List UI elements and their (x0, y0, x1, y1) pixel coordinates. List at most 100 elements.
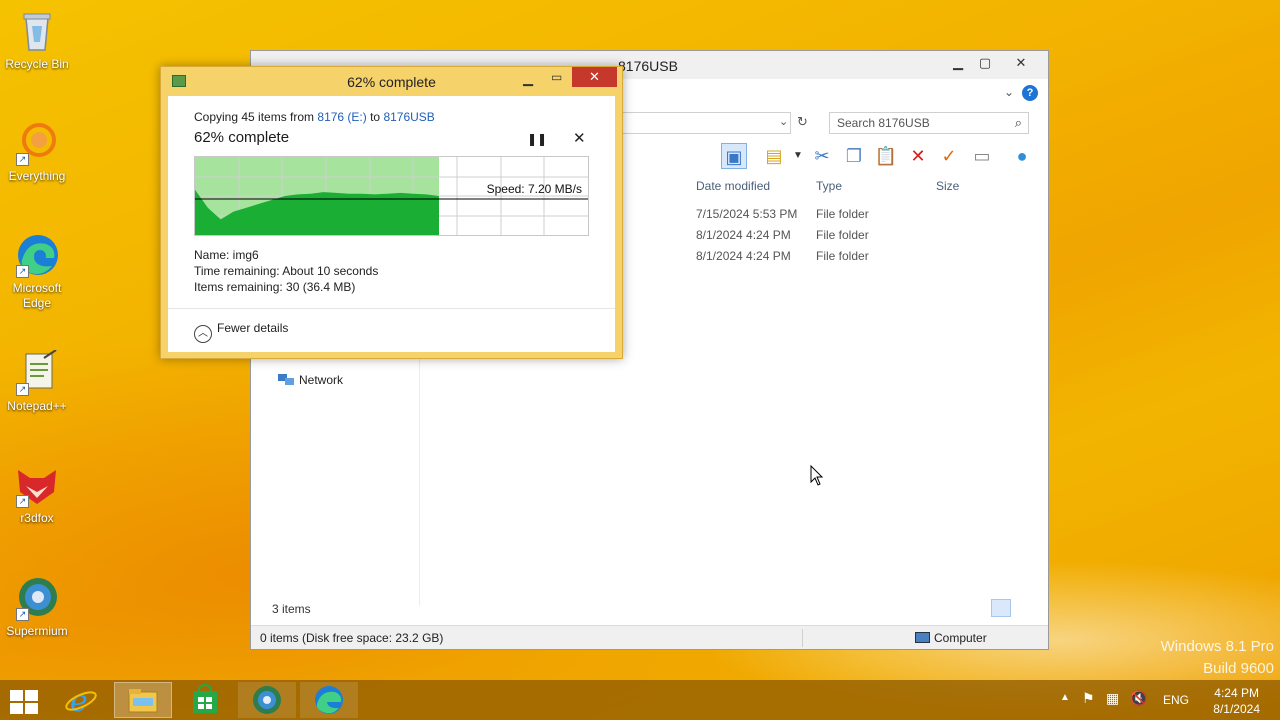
copying-summary: Copying 45 items from 8176 (E:) to 8176U… (194, 110, 435, 124)
taskbar-ie[interactable]: e (52, 682, 110, 719)
input-language[interactable]: ENG (1163, 693, 1189, 707)
taskbar-store[interactable] (176, 682, 234, 718)
dialog-body: Copying 45 items from 8176 (E:) to 8176U… (168, 96, 615, 352)
start-button[interactable] (8, 688, 40, 714)
desktop-icon-everything[interactable]: ↗ Everything (0, 120, 74, 183)
desktop-icon-label: Supermium (6, 624, 68, 638)
taskbar-edge[interactable] (300, 682, 358, 718)
chevron-down-icon[interactable]: ⌄ (1004, 85, 1014, 99)
shortcut-arrow-icon: ↗ (16, 495, 29, 508)
folder-options-icon[interactable]: ▤ (761, 143, 787, 169)
recycle-bin-icon (14, 8, 60, 54)
file-explorer-icon (128, 689, 158, 713)
row-type: File folder (816, 249, 869, 263)
shortcut-arrow-icon: ↗ (16, 383, 29, 396)
search-input[interactable]: Search 8176USB ⌕ (829, 112, 1029, 134)
show-hidden-icons-icon[interactable]: ▲ (1060, 692, 1070, 703)
watermark-build: Build 9600 (1203, 660, 1274, 677)
computer-label: Computer (934, 631, 987, 645)
taskbar-supermium[interactable] (238, 682, 296, 718)
action-center-flag-icon[interactable]: ⚑ (1082, 690, 1095, 707)
desktop-icon-edge[interactable]: ↗ Microsoft Edge (0, 232, 74, 311)
desktop-icon-supermium[interactable]: ↗ Supermium (0, 575, 74, 638)
clock-time: 4:24 PM (1214, 686, 1259, 700)
volume-muted-icon[interactable]: 🔇 (1130, 690, 1147, 707)
taskbar-file-explorer[interactable] (114, 682, 172, 718)
paste-icon[interactable]: 📋 (873, 143, 899, 169)
desktop-icon-label: Notepad++ (7, 399, 67, 413)
svg-text:e: e (70, 684, 88, 718)
preview-pane-icon[interactable]: ▣ (721, 143, 747, 169)
items-count: 3 items (272, 602, 311, 616)
shortcut-arrow-icon: ↗ (16, 265, 29, 278)
address-dropdown-icon[interactable]: ⌄ (779, 115, 788, 128)
column-size[interactable]: Size (936, 179, 959, 193)
taskbar: e ▲ ⚑ ▦ 🔇 ENG 4:24 PM 8/1/2024 (0, 680, 1280, 720)
cut-icon[interactable]: ✂ (809, 143, 835, 169)
close-button[interactable]: ✕ (572, 67, 617, 87)
source-link[interactable]: 8176 (E:) (317, 110, 366, 124)
fewer-details-button[interactable]: ︿ Fewer details (194, 321, 288, 343)
copying-mid: to (366, 110, 384, 124)
speed-label: Speed: 7.20 MB/s (486, 182, 582, 196)
supermium-icon (253, 686, 281, 714)
column-date-modified[interactable]: Date modified (696, 179, 770, 193)
network-tray-icon[interactable]: ▦ (1106, 690, 1119, 707)
supermium-icon: ↗ (14, 575, 60, 621)
status-bar: 0 items (Disk free space: 23.2 GB) Compu… (251, 625, 1048, 649)
progress-heading: 62% complete (194, 129, 290, 146)
speed-graph: Speed: 7.20 MB/s (194, 156, 589, 236)
search-icon[interactable]: ⌕ (1015, 115, 1022, 131)
details-view-icon[interactable] (990, 599, 1011, 617)
address-bar[interactable] (621, 112, 791, 134)
store-icon (193, 683, 217, 713)
desktop-icon-label: Everything (8, 169, 66, 183)
minimize-button[interactable]: ▁ (523, 71, 533, 87)
network-globe-icon[interactable]: ● (1009, 143, 1035, 169)
large-icons-view-icon[interactable] (1016, 599, 1036, 617)
cancel-icon[interactable]: ✕ (573, 129, 586, 147)
desktop-icon-recycle-bin[interactable]: Recycle Bin (0, 8, 74, 71)
copy-progress-dialog[interactable]: 62% complete ▁ ▭ ✕ Copying 45 items from… (160, 66, 623, 359)
items-remaining-line: Items remaining: 30 (36.4 MB) (194, 280, 356, 294)
edge-icon (315, 686, 343, 714)
network-icon (278, 374, 294, 385)
maximize-button[interactable]: ▭ (551, 70, 562, 84)
copying-prefix: Copying 45 items from (194, 110, 318, 124)
destination-link[interactable]: 8176USB (383, 110, 434, 124)
column-type[interactable]: Type (816, 179, 842, 193)
nav-pane-divider[interactable] (419, 351, 420, 606)
row-date: 8/1/2024 4:24 PM (696, 228, 791, 242)
desktop-icon-r3dfox[interactable]: ↗ r3dfox (0, 462, 74, 525)
dialog-titlebar[interactable]: 62% complete ▁ ▭ ✕ (161, 67, 622, 95)
desktop-icon-label: Recycle Bin (5, 57, 69, 71)
help-icon[interactable]: ? (1022, 85, 1038, 101)
search-placeholder: Search 8176USB (837, 116, 930, 130)
maximize-button[interactable]: ▢ (972, 53, 998, 73)
shortcut-arrow-icon: ↗ (16, 608, 29, 621)
time-remaining-line: Time remaining: About 10 seconds (194, 264, 379, 278)
shortcut-arrow-icon: ↗ (16, 153, 29, 166)
copy-icon[interactable]: ❐ (841, 143, 867, 169)
nav-item-network[interactable]: Network (277, 373, 343, 387)
dropdown-arrow-icon[interactable]: ▼ (785, 143, 811, 169)
row-date: 8/1/2024 4:24 PM (696, 249, 791, 263)
properties-icon[interactable]: ▭ (969, 143, 995, 169)
status-separator (802, 629, 803, 647)
minimize-button[interactable]: ▁ (945, 53, 971, 73)
fewer-details-label: Fewer details (217, 321, 289, 335)
pause-icon[interactable]: ❚❚ (527, 132, 547, 146)
desktop-icon-notepadpp[interactable]: ↗ Notepad++ (0, 349, 74, 413)
refresh-icon[interactable]: ↻ (797, 114, 808, 130)
computer-status: Computer (915, 631, 987, 645)
column-headers: Date modified Type Size (691, 179, 1031, 199)
computer-icon (915, 632, 930, 643)
rename-icon[interactable]: ✓ (936, 143, 962, 169)
nav-item-label: Network (299, 373, 344, 387)
close-button[interactable]: ✕ (1008, 53, 1034, 73)
view-switcher (989, 599, 1036, 620)
speed-graph-svg (195, 157, 588, 235)
delete-icon[interactable]: ✕ (905, 143, 931, 169)
clock[interactable]: 4:24 PM 8/1/2024 (1213, 685, 1260, 717)
chevron-up-icon: ︿ (194, 325, 212, 343)
